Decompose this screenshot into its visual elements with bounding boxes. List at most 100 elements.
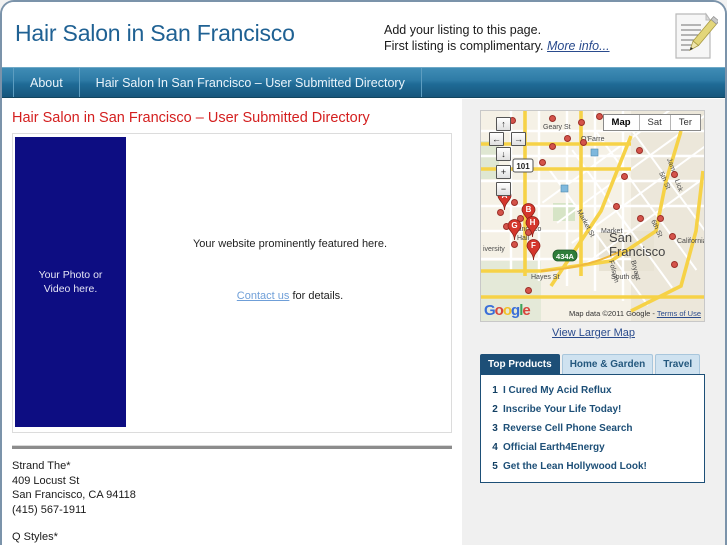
more-info-link[interactable]: More info...	[547, 39, 610, 53]
map-marker-h-label: H	[529, 218, 536, 227]
map-attribution: Map data ©2011 Google - Terms of Use	[569, 309, 701, 318]
tab-travel[interactable]: Travel	[655, 354, 701, 374]
map-dot[interactable]	[525, 287, 532, 294]
photo-video-placeholder[interactable]: Your Photo or Video here.	[15, 137, 126, 427]
map-city-label: San Francisco	[609, 231, 665, 259]
svg-text:iversity: iversity	[483, 246, 505, 253]
product-link[interactable]: I Cured My Acid Reflux	[503, 385, 612, 396]
product-rank: 1	[492, 385, 498, 396]
site-frame: Hair Salon in San Francisco Add your lis…	[0, 0, 727, 545]
section-divider	[12, 445, 452, 449]
listing-name: Q Styles*	[12, 531, 58, 543]
map-city-line-2: Francisco	[609, 244, 666, 259]
map-dot[interactable]	[549, 115, 556, 122]
listing-item-1: Strand The* 409 Locust St San Francisco,…	[12, 459, 452, 517]
map-dot[interactable]	[539, 159, 546, 166]
nav-item-about[interactable]: About	[13, 68, 80, 97]
tab-top-products[interactable]: Top Products	[480, 354, 560, 374]
tab-home-and-garden[interactable]: Home & Garden	[561, 354, 654, 374]
map-pan-right-button[interactable]: →	[511, 132, 526, 146]
promo-line-2-text: First listing is complimentary.	[384, 39, 544, 53]
product-link[interactable]: Get the Lean Hollywood Look!	[503, 461, 647, 472]
product-rank: 3	[492, 423, 498, 434]
main-column: Hair Salon in San Francisco – User Submi…	[2, 99, 462, 545]
list-item: 3 Reverse Cell Phone Search	[481, 419, 704, 438]
featured-listing-box: Your Photo or Video here. Your website p…	[12, 133, 452, 433]
svg-text:Hayes St: Hayes St	[531, 274, 559, 281]
listing-phone: (415) 567-1911	[12, 503, 87, 516]
google-logo: Google	[484, 302, 531, 319]
listing-item-2: Q Styles* San Francisco, CA 94115	[12, 530, 452, 545]
map-zoom-out-button[interactable]: −	[496, 182, 511, 196]
map-dot[interactable]	[613, 203, 620, 210]
view-larger-map-link[interactable]: View Larger Map	[462, 327, 725, 339]
map-pan-down-button[interactable]: ↓	[496, 147, 511, 161]
content-area: Hair Salon in San Francisco – User Submi…	[2, 99, 725, 545]
listing-name: Strand The*	[12, 460, 71, 472]
notepad-pencil-icon	[675, 12, 718, 59]
product-rank: 2	[492, 404, 498, 415]
product-tabs: Top Products Home & Garden Travel	[480, 354, 705, 374]
map-dot[interactable]	[671, 261, 678, 268]
map-attribution-text: Map data ©2011 Google -	[569, 309, 655, 318]
map-terms-link[interactable]: Terms of Use	[657, 309, 701, 318]
list-item: 4 Official Earth4Energy	[481, 438, 704, 457]
map-dot[interactable]	[621, 173, 628, 180]
contact-us-link[interactable]: Contact us	[237, 290, 290, 302]
svg-text:434A: 434A	[556, 252, 575, 261]
featured-headline: Your website prominently featured here.	[192, 238, 388, 250]
map-city-line-1: San	[609, 230, 633, 245]
svg-text:California: California	[677, 238, 705, 245]
map-type-map-button[interactable]: Map	[604, 115, 640, 130]
map-dot[interactable]	[636, 147, 643, 154]
map-zoom-controls: + −	[496, 165, 526, 196]
product-link[interactable]: Inscribe Your Life Today!	[503, 404, 621, 415]
map-marker-g-label: G	[511, 221, 518, 230]
map-marker-b-label: B	[525, 205, 532, 214]
list-item: 5 Get the Lean Hollywood Look!	[481, 457, 704, 476]
map-type-switcher: Map Sat Ter	[602, 114, 701, 131]
map-dot[interactable]	[669, 233, 676, 240]
map-pan-up-button[interactable]: ↑	[496, 117, 511, 131]
map-pan-zoom-controls: ↑ ← → ↓ + −	[489, 117, 526, 196]
sidebar: 101 434A Geary St O'Farre 5th St 6th St	[462, 99, 725, 545]
map-dot[interactable]	[580, 139, 587, 146]
map-marker-f-label: F	[531, 241, 536, 250]
product-rank: 4	[492, 442, 498, 453]
map-dot[interactable]	[497, 209, 504, 216]
map-dot[interactable]	[657, 215, 664, 222]
map-dot[interactable]	[564, 135, 571, 142]
page-title: Hair Salon in San Francisco – User Submi…	[12, 110, 370, 126]
map-zoom-in-button[interactable]: +	[496, 165, 511, 179]
main-navigation: About Hair Salon In San Francisco – User…	[2, 67, 725, 98]
site-title: Hair Salon in San Francisco	[15, 20, 295, 46]
promo-block: Add your listing to this page. First lis…	[384, 22, 610, 54]
list-item: 1 I Cured My Acid Reflux	[481, 381, 704, 400]
map-widget[interactable]: 101 434A Geary St O'Farre 5th St 6th St	[480, 110, 705, 322]
product-link[interactable]: Reverse Cell Phone Search	[503, 423, 633, 434]
svg-text:Geary St: Geary St	[543, 124, 571, 131]
map-dot[interactable]	[511, 199, 518, 206]
page-root: Hair Salon in San Francisco Add your lis…	[0, 0, 727, 545]
product-list: 1 I Cured My Acid Reflux 2 Inscribe Your…	[480, 374, 705, 483]
map-dot[interactable]	[671, 171, 678, 178]
featured-copy: Your website prominently featured here. …	[131, 238, 449, 302]
top-products-panel: Top Products Home & Garden Travel 1 I Cu…	[480, 354, 705, 483]
nav-item-directory[interactable]: Hair Salon In San Francisco – User Submi…	[80, 68, 422, 97]
product-link[interactable]: Official Earth4Energy	[503, 442, 605, 453]
map-dot[interactable]	[578, 119, 585, 126]
photo-video-placeholder-label: Your Photo or Video here.	[38, 269, 103, 295]
contact-line-tail: for details.	[289, 290, 344, 302]
map-type-satellite-button[interactable]: Sat	[640, 115, 671, 130]
masthead: Hair Salon in San Francisco Add your lis…	[2, 2, 725, 67]
promo-line-2: First listing is complimentary. More inf…	[384, 38, 610, 54]
map-dot[interactable]	[637, 215, 644, 222]
map-type-terrain-button[interactable]: Ter	[671, 115, 700, 130]
product-rank: 5	[492, 461, 498, 472]
list-item: 2 Inscribe Your Life Today!	[481, 400, 704, 419]
map-dot[interactable]	[549, 143, 556, 150]
map-dot[interactable]	[511, 241, 518, 248]
map-pan-left-button[interactable]: ←	[489, 132, 504, 146]
featured-contact-line: Contact us for details.	[131, 290, 449, 302]
listing-street: 409 Locust St	[12, 474, 80, 487]
